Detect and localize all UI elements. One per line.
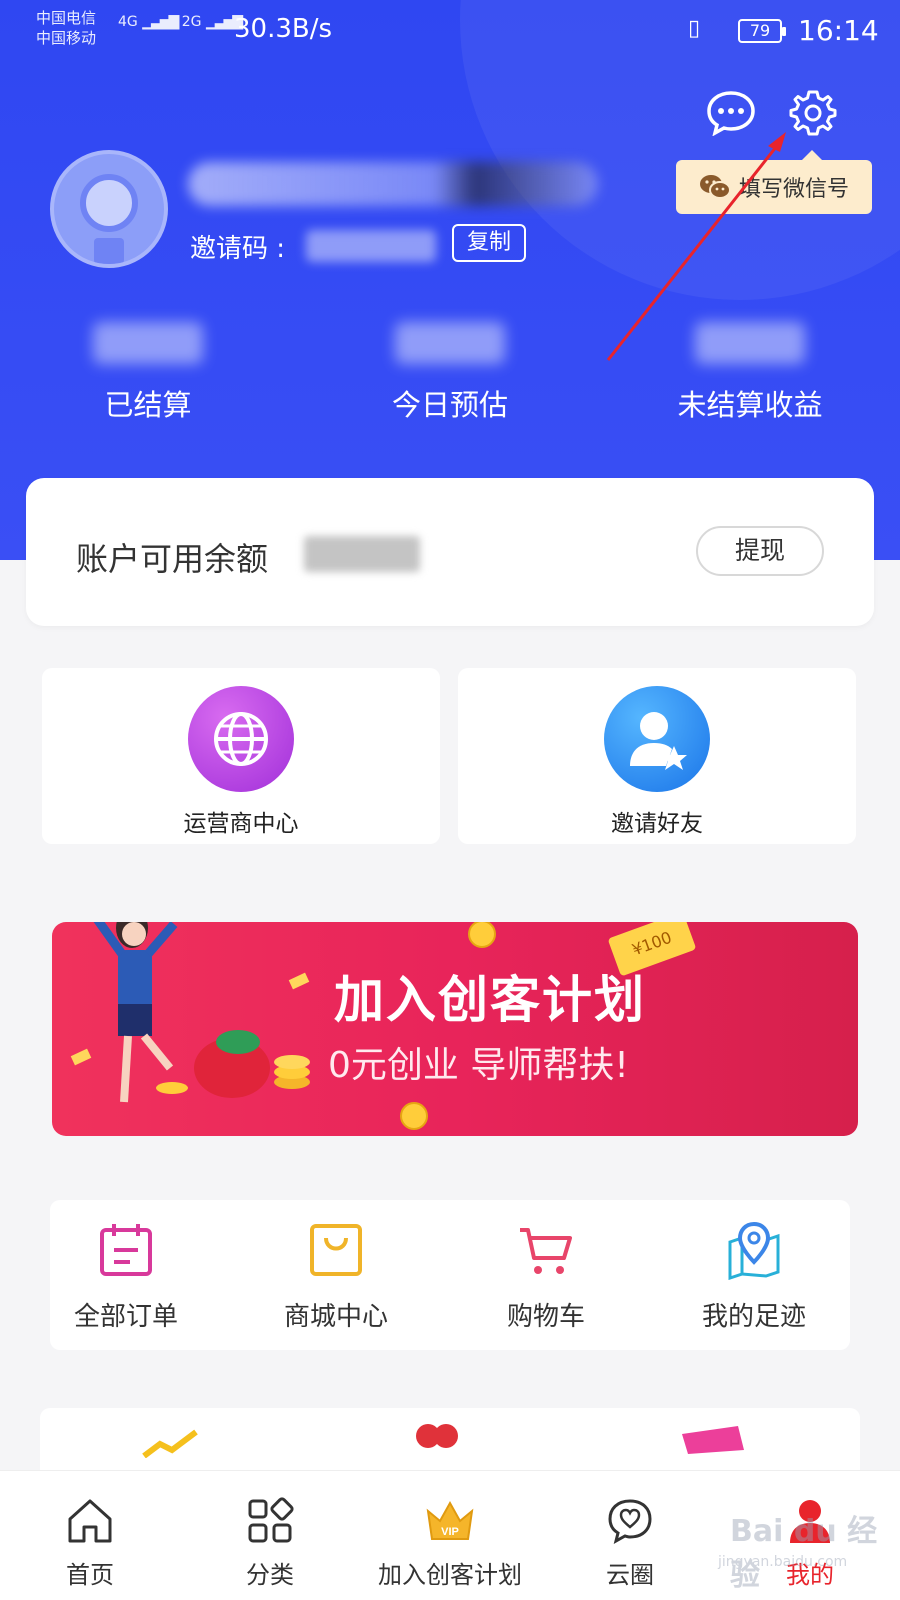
signal-2g-icon: 2G	[181, 14, 202, 30]
tab-label: 分类	[246, 1561, 294, 1589]
stat-unsettled[interactable]: 未结算收益	[630, 322, 870, 424]
svg-text:VIP: VIP	[441, 1526, 459, 1538]
operator-center-card[interactable]: 运营商中心	[42, 668, 440, 844]
trend-icon	[142, 1429, 198, 1458]
menu-item-mall-center[interactable]: 商城中心	[236, 1220, 436, 1333]
feature-label: 运营商中心	[183, 811, 299, 837]
feature-label: 邀请好友	[611, 811, 703, 837]
banner-subtitle: 0元创业 导师帮扶!	[328, 1045, 629, 1086]
woman-illustration	[93, 922, 310, 1103]
card-icon	[682, 1426, 744, 1454]
menu-item-cart[interactable]: 购物车	[446, 1220, 646, 1333]
watermark-url: jingyan.baidu.com	[718, 1554, 848, 1570]
stat-label: 未结算收益	[677, 388, 823, 422]
calendar-icon	[96, 1220, 156, 1280]
stat-value-redacted	[93, 322, 203, 364]
invite-code-label: 邀请码 :	[190, 234, 286, 264]
menu-label: 商城中心	[283, 1302, 388, 1332]
carrier-1: 中国电信	[36, 9, 97, 27]
invite-friends-card[interactable]: 邀请好友	[458, 668, 856, 844]
balance-value-redacted	[304, 536, 420, 572]
home-icon	[64, 1495, 116, 1547]
stat-label: 已结算	[104, 388, 192, 422]
user-star-icon	[604, 686, 710, 792]
shopping-bag-icon	[306, 1220, 366, 1280]
banner-title: 加入创客计划	[334, 971, 646, 1029]
avatar[interactable]	[50, 150, 168, 268]
menu-label: 购物车	[506, 1302, 585, 1332]
tab-label: 加入创客计划	[378, 1561, 522, 1589]
menu-label: 全部订单	[73, 1302, 178, 1332]
clock: 16:14	[798, 14, 879, 47]
copy-invite-button[interactable]: 复制	[452, 224, 526, 262]
stat-value-redacted	[695, 322, 805, 364]
signal-4g-icon: 4G	[118, 14, 138, 30]
signal-icons: 4G ▁▃▅▇ 2G ▁▃▅▇	[118, 14, 243, 30]
coin-decoration	[468, 922, 496, 948]
maker-plan-banner[interactable]: ¥100 加入创客计划 0元创业 导师帮扶!	[52, 922, 858, 1136]
carrier-2: 中国移动	[36, 29, 97, 47]
withdraw-button[interactable]: 提现	[696, 526, 824, 576]
net-speed: 30.3B/s	[234, 14, 333, 44]
tab-label: 首页	[66, 1561, 114, 1589]
username-redacted	[188, 162, 598, 206]
tab-category[interactable]: 分类	[180, 1495, 360, 1590]
globe-icon	[188, 686, 294, 792]
stat-settled[interactable]: 已结算	[28, 322, 268, 424]
menu-label: 我的足迹	[701, 1302, 806, 1332]
tab-maker-plan[interactable]: VIP 加入创客计划	[350, 1495, 550, 1590]
hearts-icon	[416, 1424, 458, 1448]
carrier-info: 中国电信 中国移动	[36, 8, 96, 48]
watermark-text: Bai du 经验	[730, 1514, 878, 1593]
grid-icon	[244, 1495, 296, 1547]
stat-value-redacted	[395, 322, 505, 364]
balance-label: 账户可用余额	[76, 540, 269, 578]
cart-icon	[516, 1220, 576, 1280]
menu-item-all-orders[interactable]: 全部订单	[26, 1220, 226, 1333]
stat-today-estimate[interactable]: 今日预估	[330, 322, 570, 424]
baidu-watermark: Bai du 经验 jingyan.baidu.com	[690, 1500, 890, 1593]
balance-card: 账户可用余额 提现	[26, 478, 874, 626]
crown-icon: VIP	[424, 1495, 476, 1547]
status-bar: 中国电信 中国移动 4G ▁▃▅▇ 2G ▁▃▅▇ 30.3B/s ▯ 79 1…	[0, 0, 900, 60]
chat-heart-icon	[604, 1495, 656, 1547]
invite-code-redacted	[306, 230, 436, 262]
battery-icon: 79	[738, 19, 786, 43]
shortcut-menu: 全部订单 商城中心 购物车 我的足迹	[50, 1200, 850, 1350]
menu-item-footprint[interactable]: 我的足迹	[654, 1220, 854, 1333]
tab-home[interactable]: 首页	[0, 1495, 180, 1590]
map-pin-icon	[724, 1220, 784, 1281]
coin-decoration	[400, 1102, 428, 1130]
stat-label: 今日预估	[391, 388, 508, 422]
vibrate-icon: ▯	[688, 16, 701, 41]
